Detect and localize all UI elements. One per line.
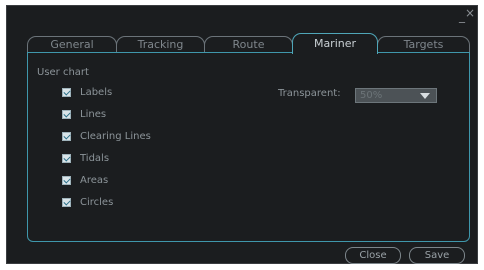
mariner-panel: User chart Labels Lines Clearing Lines T… <box>27 52 470 242</box>
clearing-lines-label: Clearing Lines <box>80 130 151 142</box>
dropdown-arrow-icon[interactable] <box>420 93 430 99</box>
labels-label: Labels <box>80 86 113 98</box>
transparent-value: 50% <box>360 90 383 101</box>
mariner-settings-dialog: _ × General Tracking Route Mariner Targe… <box>6 5 478 264</box>
tab-general[interactable]: General <box>27 36 117 52</box>
tab-mariner[interactable]: Mariner <box>292 33 378 54</box>
close-button[interactable]: Close <box>345 247 401 264</box>
lines-option[interactable]: Lines <box>62 107 106 121</box>
tidals-option[interactable]: Tidals <box>62 151 109 165</box>
circles-option[interactable]: Circles <box>62 195 113 209</box>
tab-route[interactable]: Route <box>204 36 293 52</box>
labels-option[interactable]: Labels <box>62 85 112 99</box>
transparent-label: Transparent: <box>278 88 341 99</box>
close-window-icon[interactable]: × <box>465 7 475 19</box>
lines-label: Lines <box>80 108 107 120</box>
tidals-label: Tidals <box>80 152 110 164</box>
circles-checkbox[interactable] <box>62 197 71 207</box>
circles-label: Circles <box>80 196 114 208</box>
lines-checkbox[interactable] <box>62 109 71 119</box>
section-title: User chart <box>37 67 89 78</box>
areas-option[interactable]: Areas <box>62 173 108 187</box>
save-button[interactable]: Save <box>409 247 465 264</box>
areas-label: Areas <box>80 174 109 186</box>
tab-tracking[interactable]: Tracking <box>116 36 205 52</box>
tab-targets[interactable]: Targets <box>377 36 470 52</box>
transparent-select[interactable]: 50% <box>355 88 437 103</box>
areas-checkbox[interactable] <box>62 175 71 185</box>
labels-checkbox[interactable] <box>62 87 71 97</box>
clearing-lines-option[interactable]: Clearing Lines <box>62 129 151 143</box>
clearing-lines-checkbox[interactable] <box>62 131 71 141</box>
tidals-checkbox[interactable] <box>62 153 71 163</box>
